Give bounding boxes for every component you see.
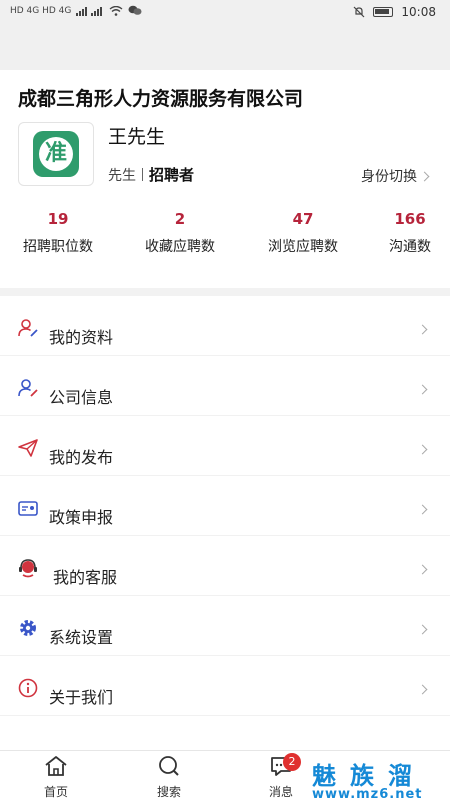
stat-positions[interactable]: 19 招聘职位数	[18, 210, 98, 256]
gear-icon	[20, 620, 36, 636]
chevron-right-icon	[417, 504, 428, 515]
user-role: 招聘者	[149, 166, 195, 184]
divider	[142, 168, 143, 181]
network-text: HD 4G HD 4G	[10, 5, 72, 16]
menu-item-company[interactable]: 公司信息	[0, 356, 450, 416]
stat-chats[interactable]: 166 沟通数	[384, 210, 436, 256]
menu-item-settings[interactable]: 系统设置	[0, 596, 450, 656]
stats-row: 19 招聘职位数 2 收藏应聘数 47 浏览应聘数 166 沟通数	[0, 210, 450, 270]
menu-label: 系统设置	[49, 628, 114, 647]
watermark-title: 魅族溜	[312, 762, 426, 790]
menu-item-policy[interactable]: 政策申报	[0, 476, 450, 536]
search-icon	[159, 756, 179, 776]
wifi-icon	[109, 5, 123, 16]
user-edit-icon	[18, 319, 38, 337]
chevron-right-icon	[417, 624, 428, 635]
stat-favorites[interactable]: 2 收藏应聘数	[140, 210, 220, 256]
identity-switch-label: 身份切换	[361, 169, 417, 185]
stat-label: 沟通数	[389, 239, 431, 255]
chevron-right-icon	[419, 171, 430, 181]
stat-views[interactable]: 47 浏览应聘数	[263, 210, 343, 256]
id-card-icon	[18, 501, 38, 516]
company-logo[interactable]: 准	[18, 122, 94, 186]
menu-label: 公司信息	[49, 388, 114, 407]
stat-value: 47	[292, 210, 314, 228]
stat-value: 2	[174, 210, 186, 228]
menu-label: 我的发布	[49, 448, 114, 467]
stat-label: 收藏应聘数	[145, 239, 215, 255]
profile-card: 成都三角形人力资源服务有限公司 准 王先生 先生 招聘者 身份切换 19 招聘职…	[0, 70, 450, 288]
chevron-right-icon	[417, 564, 428, 575]
menu-item-about[interactable]: 关于我们	[0, 656, 450, 716]
menu-item-posts[interactable]: 我的发布	[0, 416, 450, 476]
tab-messages[interactable]: 2 消息	[251, 753, 311, 800]
paper-plane-icon	[18, 439, 38, 457]
stat-value: 19	[47, 210, 69, 228]
wechat-icon	[128, 5, 142, 15]
network-indicators: HD 4G HD 4G	[10, 5, 142, 16]
user-subline: 先生 招聘者	[108, 164, 194, 185]
unread-badge: 2	[283, 753, 301, 771]
tab-label: 消息	[268, 785, 293, 799]
chevron-right-icon	[417, 444, 428, 455]
tab-label: 搜索	[156, 785, 181, 799]
menu-item-profile[interactable]: 我的资料	[0, 296, 450, 356]
tab-label: 首页	[43, 785, 68, 799]
status-bar: HD 4G HD 4G 10:08	[0, 0, 450, 24]
watermark: 魅族溜 www.mz6.net	[312, 756, 450, 800]
mute-bell-icon	[353, 6, 365, 18]
logo-char: 准	[39, 137, 73, 171]
tab-search[interactable]: 搜索	[139, 755, 199, 800]
company-name: 成都三角形人力资源服务有限公司	[18, 88, 304, 110]
home-icon	[45, 756, 67, 776]
chevron-right-icon	[417, 684, 428, 695]
stat-value: 166	[394, 210, 426, 228]
user-title: 先生	[108, 167, 136, 184]
chevron-right-icon	[417, 384, 428, 395]
stat-label: 浏览应聘数	[268, 239, 338, 255]
menu-item-service[interactable]: 我的客服	[0, 536, 450, 596]
settings-menu: 我的资料 公司信息 我的发布 政策申报 我的客服 系统设置 关于我们	[0, 296, 450, 750]
status-right: 10:08	[353, 5, 436, 19]
tab-home[interactable]: 首页	[26, 755, 86, 800]
menu-label: 政策申报	[49, 508, 114, 527]
header-spacer	[0, 24, 450, 70]
company-user-icon	[18, 379, 38, 397]
identity-switch-button[interactable]: 身份切换	[361, 166, 430, 186]
chevron-right-icon	[417, 324, 428, 335]
clock: 10:08	[401, 5, 436, 19]
watermark-url: www.mz6.net	[312, 787, 423, 800]
signal-icon	[76, 6, 103, 16]
menu-label: 关于我们	[49, 688, 114, 707]
battery-icon	[373, 7, 394, 17]
info-icon	[18, 678, 38, 698]
headset-icon	[19, 559, 37, 578]
menu-label: 我的资料	[49, 328, 114, 347]
logo-badge: 准	[33, 131, 79, 177]
stat-label: 招聘职位数	[23, 239, 93, 255]
user-name: 王先生	[108, 126, 166, 148]
menu-label: 我的客服	[53, 568, 118, 587]
